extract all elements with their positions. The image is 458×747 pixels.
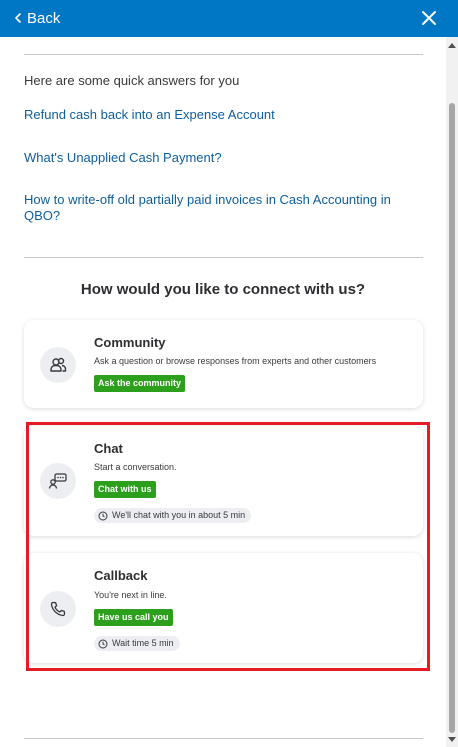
connect-heading: How would you like to connect with us? (80, 281, 366, 298)
card-title: Chat (94, 441, 123, 456)
clock-icon (98, 511, 108, 520)
phone-icon-circle (40, 591, 76, 627)
clock-icon (98, 639, 108, 648)
card-title: Callback (94, 568, 148, 583)
card-title: Community (94, 335, 166, 350)
header-bar: Back (0, 0, 458, 37)
scroll-down-arrow-icon[interactable] (448, 737, 456, 742)
card-description: Ask a question or browse responses from … (94, 356, 377, 366)
quick-answer-link[interactable]: What's Unapplied Cash Payment? (24, 150, 419, 166)
chat-with-us-button[interactable]: Chat with us (94, 481, 156, 498)
section-divider (24, 257, 423, 258)
top-divider (24, 54, 423, 55)
bottom-divider (24, 738, 423, 739)
card-description: You're next in line. (94, 590, 167, 600)
community-card[interactable]: Community Ask a question or browse respo… (24, 320, 423, 408)
ask-community-button[interactable]: Ask the community (94, 375, 186, 392)
back-label: Back (27, 9, 61, 27)
scroll-up-arrow-icon[interactable] (448, 43, 456, 48)
close-icon[interactable] (418, 7, 440, 29)
callback-card[interactable]: Callback You're next in line. Have us ca… (24, 553, 423, 663)
wait-time-text: Wait time 5 min (112, 638, 174, 648)
have-us-call-you-button[interactable]: Have us call you (94, 609, 173, 626)
quick-answer-link[interactable]: How to write-off old partially paid invo… (24, 192, 419, 224)
phone-icon (50, 601, 66, 617)
chat-icon-circle (40, 463, 76, 499)
scrollbar-thumb[interactable] (449, 103, 455, 733)
people-icon (50, 357, 67, 372)
chat-card[interactable]: Chat Start a conversation. Chat with us … (24, 426, 423, 536)
chevron-left-icon (15, 13, 21, 23)
card-description: Start a conversation. (94, 462, 177, 472)
wait-time-badge: We'll chat with you in about 5 min (94, 508, 252, 523)
community-icon-circle (40, 347, 76, 383)
quick-answers-intro: Here are some quick answers for you (24, 73, 240, 88)
wait-time-badge: Wait time 5 min (94, 636, 180, 651)
back-button[interactable]: Back (12, 7, 60, 29)
chat-bubble-icon (48, 473, 67, 489)
quick-answer-link[interactable]: Refund cash back into an Expense Account (24, 107, 419, 123)
wait-time-text: We'll chat with you in about 5 min (112, 510, 246, 520)
